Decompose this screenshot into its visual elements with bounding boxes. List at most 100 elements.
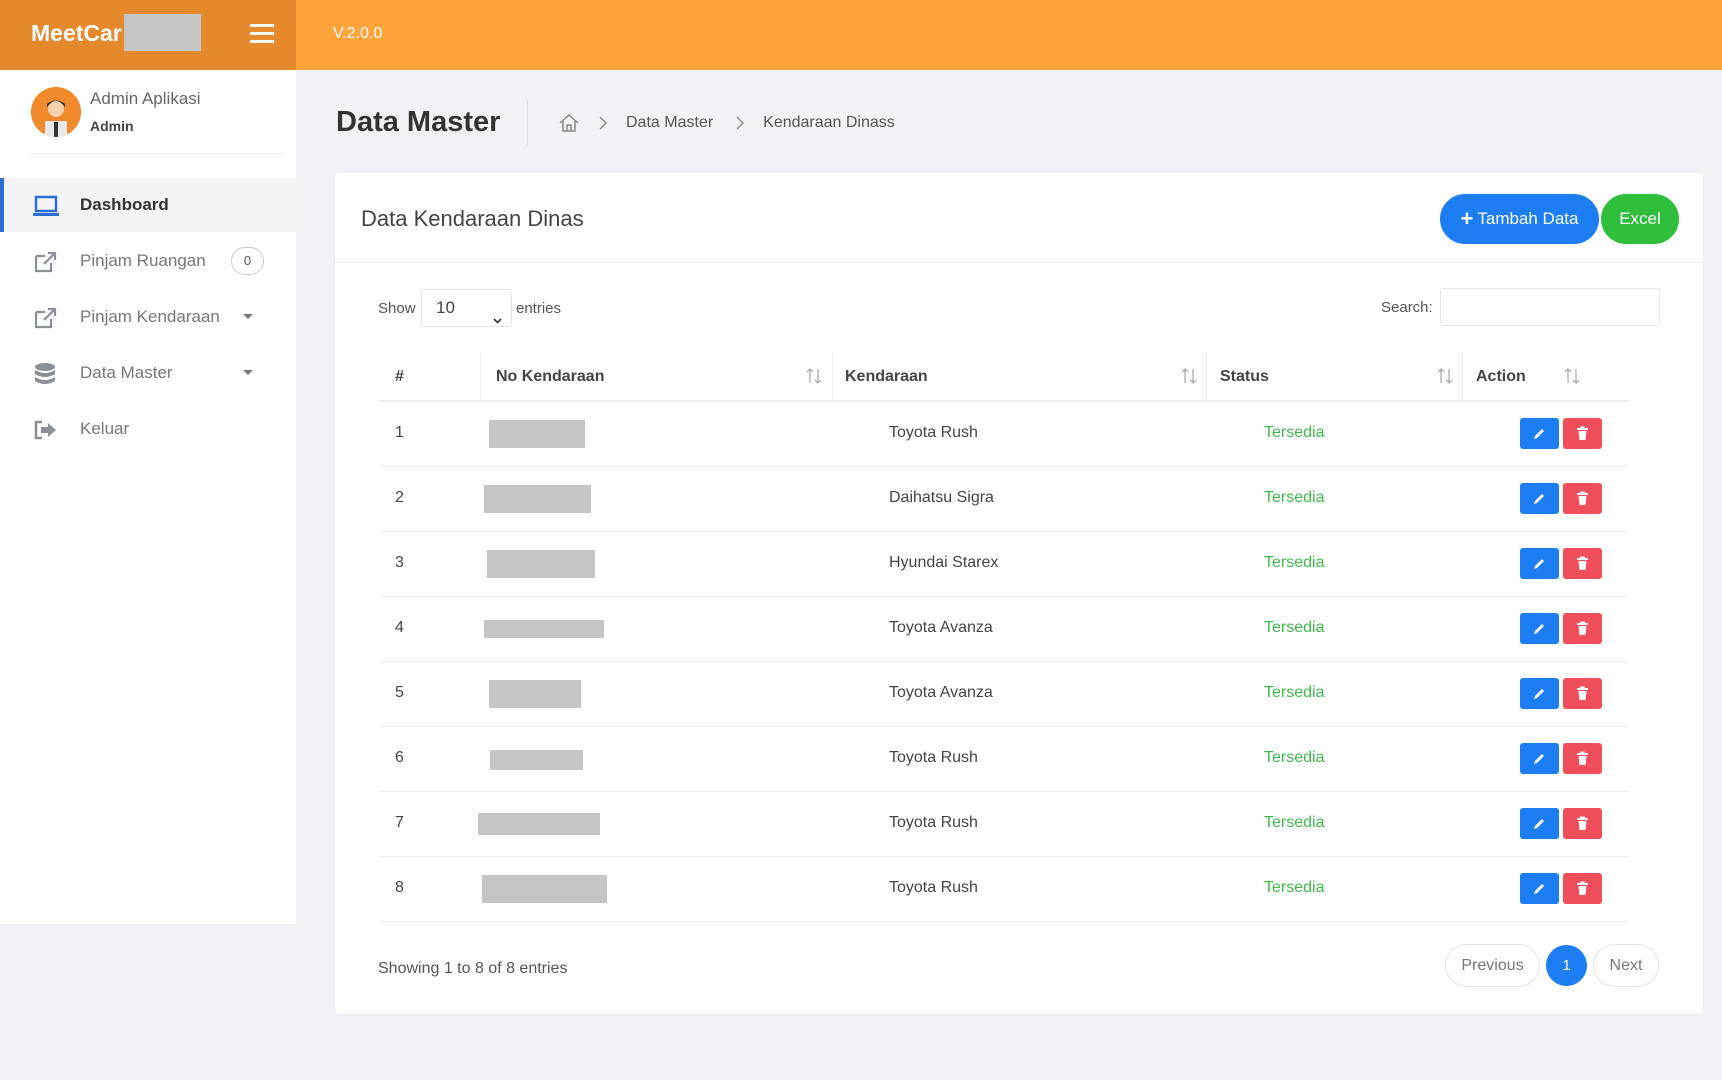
vehicle-table: # No Kendaraan Kendaraan Status Action 1…	[379, 351, 1629, 922]
external-link-icon	[33, 306, 59, 330]
table-info: Showing 1 to 8 of 8 entries	[378, 960, 568, 977]
column-header-kendaraan[interactable]: Kendaraan	[845, 368, 928, 386]
brand-logo-text: MeetCar	[31, 20, 122, 46]
sidebar-nav: Dashboard Pinjam Ruangan 0 Pinjam Kendar…	[0, 178, 296, 458]
status-text: Tersedia	[1264, 684, 1325, 701]
delete-button[interactable]	[1563, 548, 1602, 579]
redacted-plate-number	[484, 620, 604, 638]
table-row: 5 Toyota Avanza Tersedia	[379, 662, 1629, 727]
show-label: Show	[378, 300, 416, 317]
row-number: 6	[395, 749, 404, 766]
page-size-value: 10	[436, 298, 455, 317]
external-link-icon	[33, 250, 59, 274]
search-label: Search:	[1381, 299, 1433, 316]
app-version: V.2.0.0	[333, 25, 383, 42]
menu-toggle-icon[interactable]	[250, 24, 274, 46]
status-text: Tersedia	[1264, 554, 1325, 571]
vehicle-name: Toyota Avanza	[889, 684, 993, 701]
redacted-plate-number	[490, 750, 583, 770]
edit-button[interactable]	[1520, 418, 1559, 449]
home-icon[interactable]	[558, 112, 580, 134]
pencil-icon	[1534, 754, 1544, 764]
breadcrumb: Data Master Kendaraan Dinass	[558, 112, 917, 134]
breadcrumb-item[interactable]: Data Master	[626, 114, 713, 132]
edit-button[interactable]	[1520, 873, 1559, 904]
edit-button[interactable]	[1520, 808, 1559, 839]
search-input[interactable]	[1440, 288, 1660, 326]
column-header-action[interactable]: Action	[1476, 368, 1526, 386]
top-navbar: MeetCar V.2.0.0	[0, 0, 1722, 70]
sort-icon[interactable]	[1180, 366, 1198, 386]
sidebar-item-pinjam-kendaraan[interactable]: Pinjam Kendaraan	[0, 290, 296, 344]
excel-export-button[interactable]: Excel	[1601, 194, 1679, 244]
laptop-icon	[33, 194, 59, 218]
chevron-down-icon	[243, 370, 253, 375]
edit-button[interactable]	[1520, 743, 1559, 774]
trash-icon	[1577, 621, 1588, 635]
edit-button[interactable]	[1520, 548, 1559, 579]
page-size-select[interactable]: 10	[421, 289, 512, 327]
edit-button[interactable]	[1520, 483, 1559, 514]
status-text: Tersedia	[1264, 424, 1325, 441]
delete-button[interactable]	[1563, 873, 1602, 904]
delete-button[interactable]	[1563, 418, 1602, 449]
pencil-icon	[1534, 819, 1544, 829]
row-number: 8	[395, 879, 404, 896]
redacted-plate-number	[482, 875, 607, 903]
pencil-icon	[1534, 429, 1544, 439]
sidebar-item-dashboard[interactable]: Dashboard	[0, 178, 296, 232]
redacted-plate-number	[487, 550, 595, 578]
data-card: Data Kendaraan Dinas + Tambah Data Excel…	[335, 173, 1703, 1014]
divider	[832, 351, 833, 402]
plus-icon: +	[1460, 206, 1474, 231]
sort-icon[interactable]	[1563, 366, 1581, 386]
previous-page-button[interactable]: Previous	[1445, 944, 1540, 987]
divider	[480, 351, 481, 402]
trash-icon	[1577, 881, 1588, 895]
sidebar-item-label: Dashboard	[80, 195, 169, 214]
vehicle-name: Toyota Avanza	[889, 619, 993, 636]
sidebar-item-label: Data Master	[80, 363, 173, 382]
vehicle-name: Toyota Rush	[889, 814, 978, 831]
sidebar-item-label: Keluar	[80, 419, 130, 438]
sidebar-item-keluar[interactable]: Keluar	[0, 402, 296, 456]
pencil-icon	[1534, 559, 1544, 569]
pencil-icon	[1534, 689, 1544, 699]
add-data-button[interactable]: + Tambah Data	[1440, 194, 1599, 244]
trash-icon	[1577, 686, 1588, 700]
add-data-label: Tambah Data	[1477, 209, 1579, 228]
sidebar-item-label: Pinjam Kendaraan	[80, 307, 220, 326]
sidebar-item-pinjam-ruangan[interactable]: Pinjam Ruangan 0	[0, 234, 296, 288]
trash-icon	[1577, 426, 1588, 440]
pencil-icon	[1534, 884, 1544, 894]
table-row: 2 Daihatsu Sigra Tersedia	[379, 467, 1629, 532]
sidebar-item-data-master[interactable]: Data Master	[0, 346, 296, 400]
delete-button[interactable]	[1563, 678, 1602, 709]
column-header-status[interactable]: Status	[1220, 368, 1269, 386]
sort-icon[interactable]	[805, 366, 823, 386]
delete-button[interactable]	[1563, 613, 1602, 644]
row-number: 5	[395, 684, 404, 701]
delete-button[interactable]	[1563, 483, 1602, 514]
sign-out-icon	[33, 418, 59, 442]
next-page-button[interactable]: Next	[1593, 944, 1659, 987]
status-text: Tersedia	[1264, 814, 1325, 831]
trash-icon	[1577, 556, 1588, 570]
vehicle-name: Toyota Rush	[889, 749, 978, 766]
column-header-number[interactable]: #	[395, 368, 404, 386]
row-number: 2	[395, 489, 404, 506]
sort-icon[interactable]	[1436, 366, 1454, 386]
page-button-current[interactable]: 1	[1546, 945, 1587, 986]
edit-button[interactable]	[1520, 613, 1559, 644]
column-header-no-kendaraan[interactable]: No Kendaraan	[496, 368, 604, 386]
trash-icon	[1577, 491, 1588, 505]
edit-button[interactable]	[1520, 678, 1559, 709]
breadcrumb-item-current: Kendaraan Dinass	[763, 114, 895, 131]
status-text: Tersedia	[1264, 749, 1325, 766]
entries-label: entries	[516, 300, 562, 317]
delete-button[interactable]	[1563, 808, 1602, 839]
card-header: Data Kendaraan Dinas + Tambah Data Excel	[335, 173, 1703, 263]
table-header-row: # No Kendaraan Kendaraan Status Action	[379, 351, 1629, 402]
status-text: Tersedia	[1264, 489, 1325, 506]
delete-button[interactable]	[1563, 743, 1602, 774]
